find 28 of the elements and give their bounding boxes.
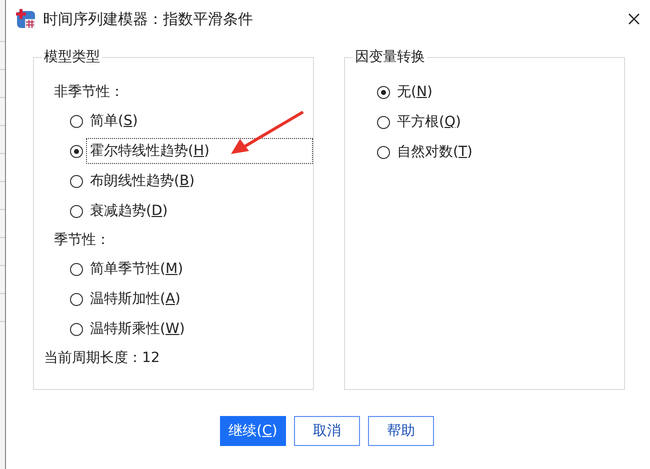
dialog-button[interactable]: 继续(C) — [220, 416, 286, 446]
window-title: 时间序列建模器：指数平滑条件 — [43, 8, 253, 30]
close-icon[interactable] — [628, 13, 640, 25]
dialog-button[interactable]: 帮助 — [368, 416, 434, 446]
app-icon — [15, 8, 37, 30]
option-label[interactable]: 温特斯加性(A) — [86, 286, 185, 312]
option-label[interactable]: 布朗线性趋势(B) — [86, 168, 199, 194]
radio-button[interactable] — [70, 144, 83, 158]
radio-button[interactable] — [70, 322, 83, 336]
option-label[interactable]: 平方根(Q) — [393, 109, 465, 135]
option-label[interactable]: 自然对数(T) — [393, 139, 476, 165]
radio-button[interactable] — [70, 292, 83, 306]
radio-button[interactable] — [70, 174, 83, 188]
option-label[interactable]: 简单(S) — [86, 108, 142, 134]
option-label[interactable]: 温特斯乘性(W) — [86, 316, 189, 342]
section-heading: 季节性： — [54, 231, 110, 250]
period-length: 当前周期长度：12 — [44, 349, 160, 368]
option-label[interactable]: 衰减趋势(D) — [86, 198, 172, 224]
radio-button[interactable] — [377, 86, 390, 98]
radio-button[interactable] — [70, 262, 83, 276]
dialog-button[interactable]: 取消 — [294, 416, 360, 446]
radio-button[interactable] — [70, 114, 83, 128]
option-label[interactable]: 简单季节性(M) — [86, 256, 188, 282]
option-label[interactable]: 无(N) — [393, 79, 436, 105]
section-heading: 非季节性： — [54, 83, 124, 102]
radio-button[interactable] — [377, 116, 390, 128]
radio-button[interactable] — [70, 204, 83, 218]
radio-button[interactable] — [377, 146, 390, 158]
